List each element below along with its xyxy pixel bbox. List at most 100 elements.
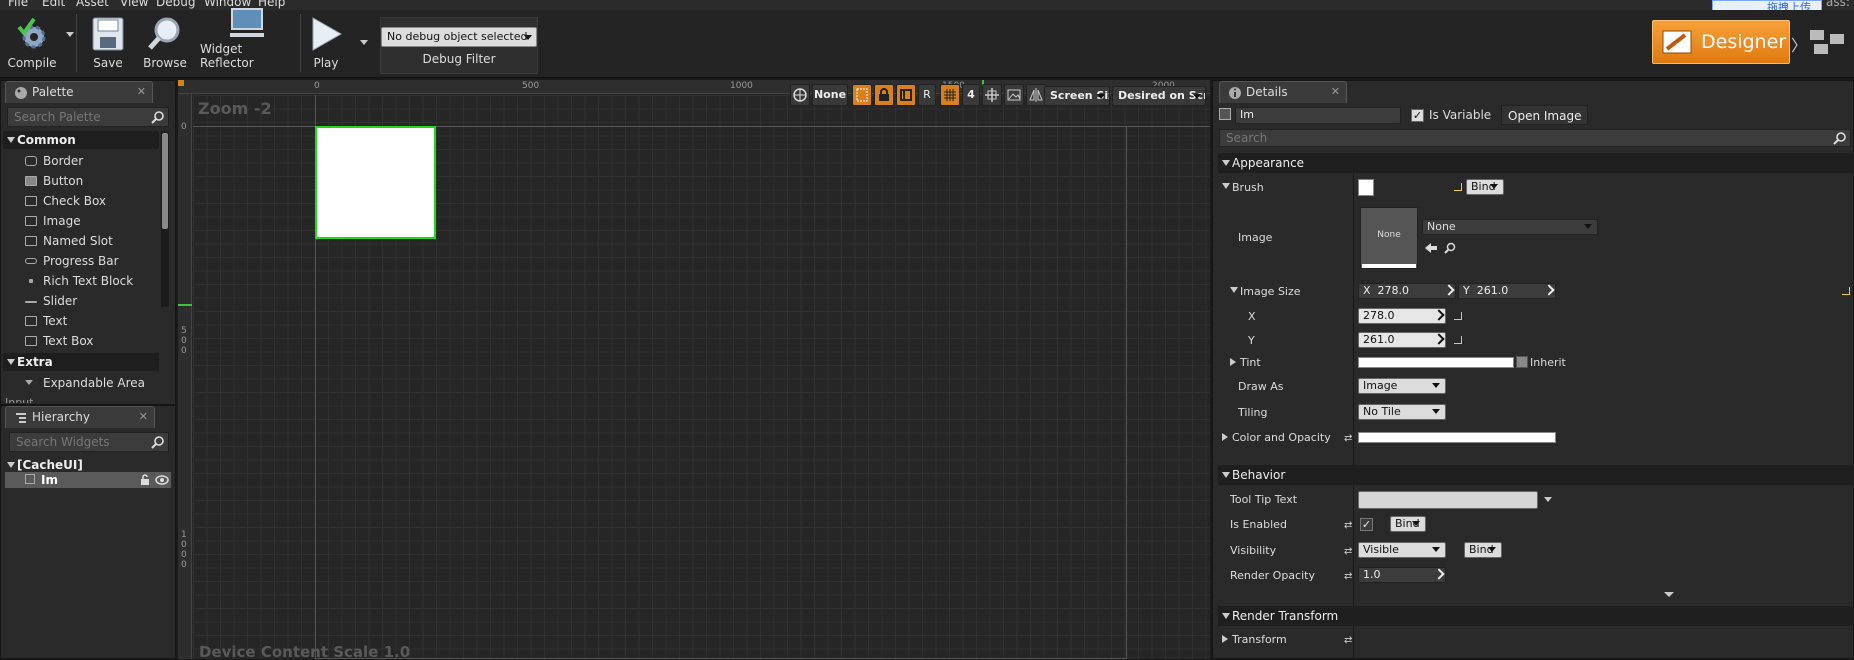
layout-toggle-button[interactable]: [896, 84, 916, 106]
widget-name-input[interactable]: Im: [1235, 107, 1401, 124]
reset-to-default-icon[interactable]: [1454, 336, 1462, 344]
palette-item-button[interactable]: Button: [23, 171, 83, 191]
image-asset-combo[interactable]: None: [1422, 219, 1598, 235]
close-icon[interactable]: ✕: [137, 82, 146, 102]
grid-snap-button[interactable]: [940, 84, 960, 106]
localization-globe-button[interactable]: [790, 84, 810, 106]
tint-color-swatch[interactable]: [1358, 357, 1514, 368]
binding-icon[interactable]: ⇄: [1344, 546, 1352, 557]
background-image-button[interactable]: [1004, 84, 1024, 106]
palette-category-extra[interactable]: Extra: [3, 353, 159, 371]
menu-debug[interactable]: Debug: [156, 0, 195, 9]
designer-mode-button[interactable]: Designer: [1652, 20, 1790, 64]
palette-category-common[interactable]: Common: [3, 131, 159, 149]
is-variable-checkbox[interactable]: ✓: [1411, 109, 1424, 122]
render-opacity-field[interactable]: 1.0: [1358, 567, 1446, 583]
binding-icon[interactable]: ⇄: [1344, 433, 1352, 444]
lock-toggle-button[interactable]: [874, 84, 894, 106]
debug-object-combo[interactable]: No debug object selected: [381, 27, 537, 47]
tiling-combo[interactable]: No Tile: [1358, 404, 1446, 420]
reset-to-default-icon[interactable]: [1454, 312, 1462, 320]
brush-color-swatch[interactable]: [1358, 179, 1374, 196]
flip-button[interactable]: [1026, 84, 1046, 106]
expand-arrow-icon[interactable]: [1222, 635, 1228, 643]
compile-button[interactable]: Compile: [4, 10, 60, 76]
image-size-x-field[interactable]: X 278.0: [1358, 283, 1456, 299]
selected-image-widget[interactable]: [315, 126, 436, 239]
reset-to-default-icon[interactable]: [1842, 287, 1850, 295]
show-advanced-icon[interactable]: [1664, 592, 1674, 597]
play-button[interactable]: Play: [304, 10, 348, 76]
inherit-checkbox[interactable]: [1516, 356, 1528, 368]
size-x-field[interactable]: 278.0: [1358, 308, 1446, 324]
color-opacity-swatch[interactable]: [1358, 432, 1556, 443]
image-size-y-field[interactable]: Y 261.0: [1458, 283, 1556, 299]
designer-canvas[interactable]: 0 500 1000 1500 2000 0 500 1000 Zoom -2 …: [178, 80, 1210, 659]
is-enabled-checkbox[interactable]: ✓: [1360, 518, 1373, 531]
section-render-transform[interactable]: Render Transform: [1218, 606, 1854, 626]
is-enabled-bind-button[interactable]: Bind: [1390, 516, 1426, 532]
palette-item-image[interactable]: Image: [23, 211, 81, 231]
compile-dropdown-icon[interactable]: [66, 32, 74, 37]
close-icon[interactable]: ✕: [1331, 82, 1340, 102]
section-behavior[interactable]: Behavior: [1218, 465, 1854, 485]
binding-icon[interactable]: ⇄: [1344, 520, 1352, 531]
r-toggle-button[interactable]: R: [918, 84, 936, 106]
details-search-input[interactable]: Search: [1219, 129, 1851, 147]
draw-as-combo[interactable]: Image: [1358, 378, 1446, 394]
widget-reflector-button[interactable]: Widget Reflector: [200, 8, 294, 76]
size-y-field[interactable]: 261.0: [1358, 332, 1446, 348]
palette-item-slider[interactable]: Slider: [23, 291, 77, 311]
brush-bind-button[interactable]: Bind: [1466, 179, 1504, 195]
palette-item-check-box[interactable]: Check Box: [23, 191, 106, 211]
eye-icon[interactable]: [155, 474, 169, 486]
close-icon[interactable]: ✕: [139, 407, 148, 427]
reset-to-default-icon[interactable]: [1454, 183, 1462, 191]
canvas-grid[interactable]: Zoom -2 Device Content Scale 1.0: [193, 95, 1210, 659]
tooltip-text-input[interactable]: [1358, 491, 1538, 509]
palette-item-border[interactable]: Border: [23, 151, 83, 171]
open-image-button[interactable]: Open Image: [1501, 105, 1589, 125]
screen-size-combo[interactable]: Screen Size: [1044, 86, 1110, 106]
desired-size-combo[interactable]: Desired on Screen: [1112, 86, 1206, 106]
menu-file[interactable]: File: [8, 0, 28, 9]
browse-button[interactable]: Browse: [140, 10, 190, 76]
respect-locks-button[interactable]: [852, 84, 872, 106]
image-thumbnail[interactable]: None: [1360, 207, 1418, 269]
menu-view[interactable]: View: [120, 0, 148, 9]
expand-arrow-icon[interactable]: [1230, 287, 1238, 293]
grid-size-button[interactable]: 4: [962, 84, 980, 106]
tooltip-dropdown-icon[interactable]: [1544, 497, 1552, 502]
palette-item-expandable-area[interactable]: Expandable Area: [23, 373, 145, 393]
use-selected-arrow-icon[interactable]: [1424, 242, 1438, 254]
tab-hierarchy[interactable]: Hierarchy ✕: [5, 406, 155, 428]
browse-asset-icon[interactable]: [1444, 242, 1456, 254]
visibility-combo[interactable]: Visible: [1358, 542, 1446, 558]
unlock-icon[interactable]: [139, 474, 151, 486]
expand-arrow-icon[interactable]: [1222, 183, 1230, 189]
tab-palette[interactable]: Palette ✕: [5, 81, 153, 103]
play-dropdown-icon[interactable]: [360, 40, 368, 45]
hierarchy-item-im[interactable]: Im: [5, 472, 171, 488]
palette-item-text[interactable]: Text: [23, 311, 67, 331]
palette-scrollbar[interactable]: [161, 131, 169, 307]
visibility-bind-button[interactable]: Bind: [1464, 542, 1502, 558]
menu-edit[interactable]: Edit: [42, 0, 65, 9]
menu-asset[interactable]: Asset: [76, 0, 109, 9]
hierarchy-search-input[interactable]: Search Widgets: [9, 432, 169, 452]
graph-mode-icon[interactable]: [1808, 28, 1848, 56]
section-appearance[interactable]: Appearance: [1218, 153, 1854, 173]
binding-icon[interactable]: ⇄: [1344, 635, 1352, 646]
palette-item-rich-text-block[interactable]: Rich Text Block: [23, 271, 133, 291]
expand-arrow-icon[interactable]: [1230, 358, 1236, 366]
save-button[interactable]: Save: [88, 10, 128, 76]
expand-arrow-icon[interactable]: [1222, 433, 1228, 441]
palette-item-progress-bar[interactable]: Progress Bar: [23, 251, 119, 271]
palette-item-text-box[interactable]: Text Box: [23, 331, 93, 351]
transform-button[interactable]: [982, 84, 1002, 106]
localization-none-button[interactable]: None: [812, 84, 848, 106]
binding-icon[interactable]: ⇄: [1344, 571, 1352, 582]
palette-search-input[interactable]: Search Palette: [7, 107, 169, 127]
tab-details[interactable]: Details ✕: [1219, 81, 1347, 103]
palette-item-named-slot[interactable]: Named Slot: [23, 231, 113, 251]
